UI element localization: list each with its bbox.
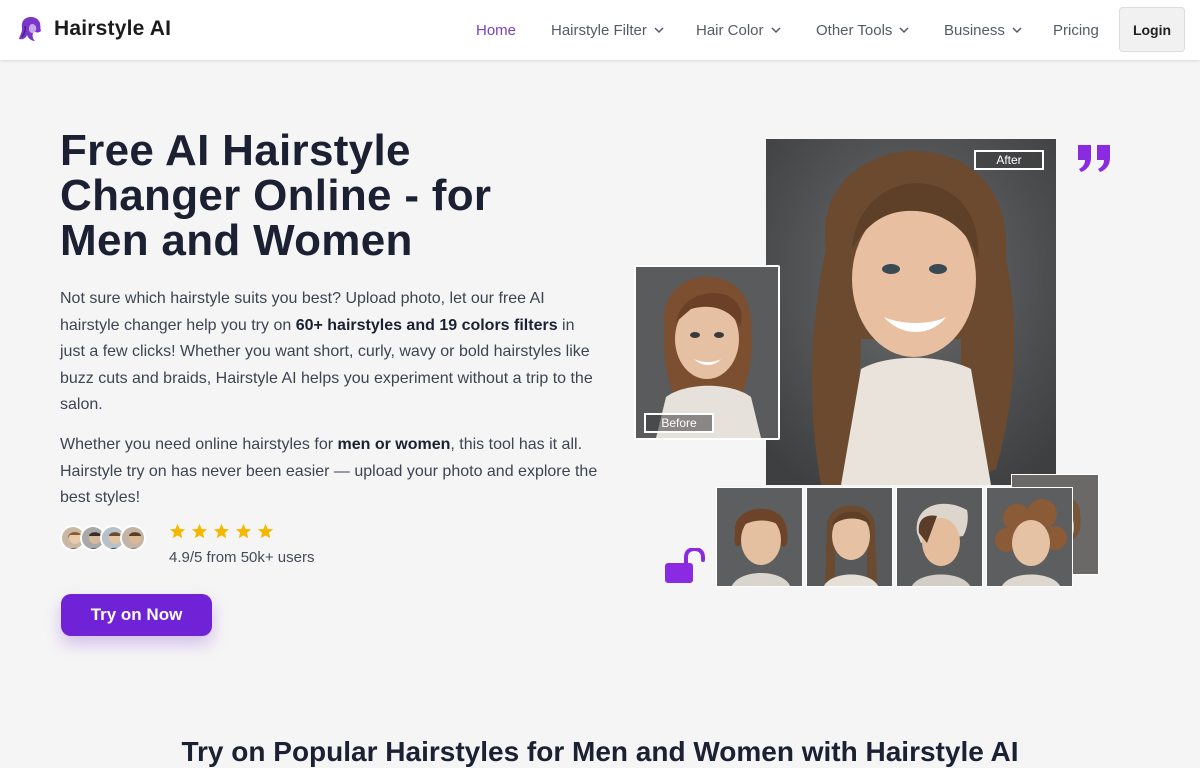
hairstyle-thumbnail-image [717, 488, 802, 586]
rating-stars [169, 523, 274, 540]
after-label: After [974, 150, 1044, 170]
try-on-now-button[interactable]: Try on Now [61, 594, 212, 636]
hero-description-highlight: 60+ hairstyles and 19 colors filters [295, 316, 558, 334]
after-photo: After [766, 139, 1056, 485]
hairstyle-thumbnail[interactable] [806, 487, 893, 587]
before-photo: Before [634, 265, 780, 440]
hero-description-text: Whether you need online hairstyles for [60, 436, 338, 453]
unlock-icon [665, 548, 705, 583]
nav-pricing-label: Pricing [1053, 21, 1099, 39]
chevron-down-icon [654, 26, 664, 33]
star-icon [213, 523, 230, 539]
nav-hair-color[interactable]: Hair Color [696, 0, 781, 60]
quote-icon [1078, 145, 1110, 172]
hairstyle-thumbnail[interactable] [896, 487, 983, 587]
nav-pricing[interactable]: Pricing [1053, 0, 1099, 60]
after-portrait-image [766, 139, 1056, 485]
rating-text: 4.9/5 from 50k+ users [169, 549, 315, 566]
login-button[interactable]: Login [1119, 7, 1185, 52]
star-icon [169, 523, 186, 539]
nav-business-label: Business [944, 21, 1005, 39]
chevron-down-icon [1012, 26, 1022, 33]
hairstyle-thumbnail-image [897, 488, 982, 586]
section-title: Try on Popular Hairstyles for Men and Wo… [181, 736, 1019, 767]
chevron-down-icon [899, 26, 909, 33]
hairstyle-thumbnail[interactable] [986, 487, 1073, 587]
hero-title: Free AI Hairstyle Changer Online - for M… [60, 126, 492, 265]
hero-description-highlight: men or women [337, 436, 451, 453]
chevron-down-icon [770, 26, 781, 33]
nav-other-tools[interactable]: Other Tools [816, 0, 909, 60]
nav-other-tools-label: Other Tools [816, 21, 893, 39]
hairstyle-thumbnail-image [987, 488, 1072, 586]
before-label: Before [644, 413, 714, 433]
nav-home-label: Home [476, 21, 517, 39]
brand[interactable]: Hairstyle AI [16, 14, 171, 44]
hero-description-secondary: Whether you need online hairstyles for m… [60, 432, 600, 512]
nav-hairstyle-filter-label: Hairstyle Filter [551, 21, 647, 39]
nav-hair-color-label: Hair Color [696, 21, 764, 39]
star-icon [191, 523, 208, 539]
hairstyle-thumbnail-image [807, 488, 892, 586]
top-navbar: Hairstyle AI Home Hairstyle Filter Hair … [0, 0, 1200, 60]
brand-name: Hairstyle AI [54, 17, 172, 40]
nav-business[interactable]: Business [944, 0, 1022, 60]
brand-logo-icon [19, 17, 41, 41]
star-icon [235, 523, 252, 539]
user-avatars [60, 525, 146, 551]
nav-hairstyle-filter[interactable]: Hairstyle Filter [551, 0, 664, 60]
hairstyle-thumbnail[interactable] [716, 487, 803, 587]
avatar [120, 525, 146, 551]
hero-description: Not sure which hairstyle suits you best?… [60, 286, 600, 419]
nav-home[interactable]: Home [476, 0, 516, 60]
star-icon [257, 523, 274, 539]
